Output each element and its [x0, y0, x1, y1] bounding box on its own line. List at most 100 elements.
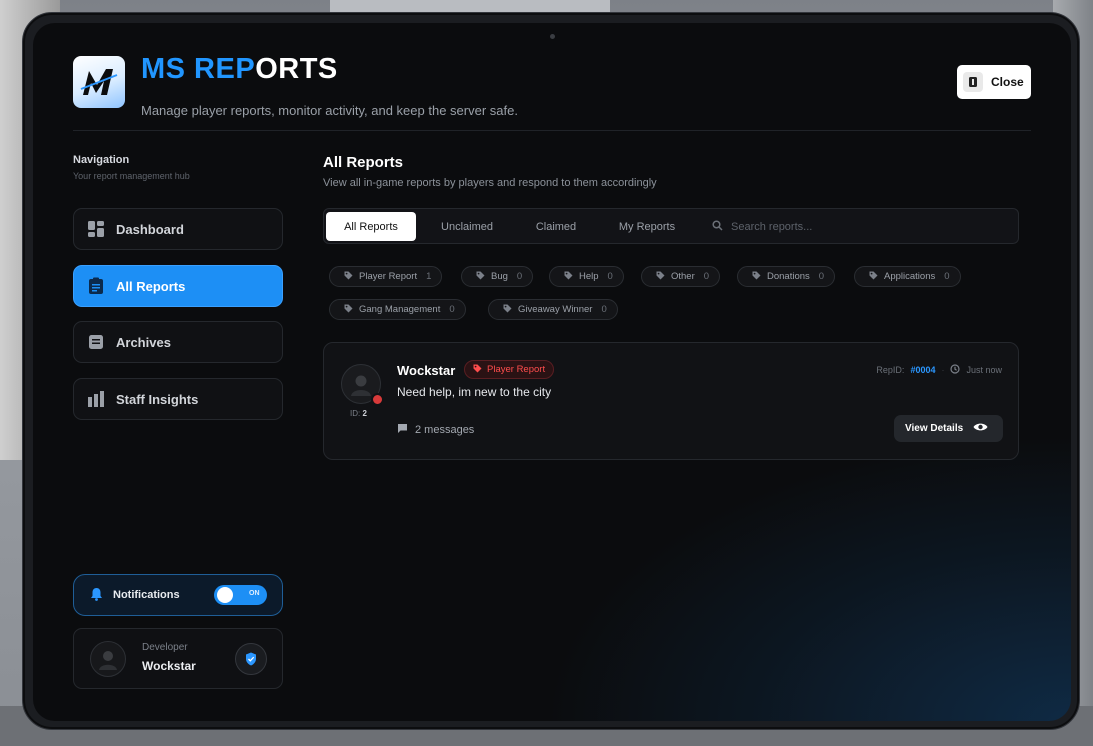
sidebar-item-label: Staff Insights: [116, 391, 199, 407]
player-id: ID: 2: [350, 409, 367, 418]
report-meta: RepID: #0004 · Just now: [876, 364, 1002, 376]
report-tabs: All Reports Unclaimed Claimed My Reports…: [323, 208, 1019, 244]
sidebar-item-label: Archives: [116, 334, 171, 350]
app-title: MS REPORTS: [141, 53, 338, 86]
view-details-button[interactable]: View Details: [894, 415, 1003, 442]
meta-separator: ·: [941, 365, 945, 375]
tag-icon: [344, 271, 353, 283]
chat-bubble-icon: [397, 423, 408, 437]
nav-title: Navigation: [73, 154, 130, 166]
category-chip-bug[interactable]: Bug 0: [461, 266, 534, 287]
chip-count: 0: [818, 271, 825, 282]
tag-icon: [564, 271, 573, 283]
chip-count: 1: [426, 271, 432, 282]
notifications-toggle[interactable]: ON: [214, 585, 267, 605]
chip-count: 0: [703, 271, 710, 282]
tab-unclaimed[interactable]: Unclaimed: [424, 212, 510, 241]
tag-icon: [473, 364, 482, 376]
chip-count: 0: [607, 271, 613, 282]
chip-label: Giveaway Winner: [518, 304, 593, 315]
tab-claimed[interactable]: Claimed: [516, 212, 596, 241]
sidebar-item-archives[interactable]: Archives: [73, 321, 283, 363]
app-title-accent: MS REP: [141, 53, 256, 85]
message-count-label: 2 messages: [415, 424, 475, 436]
message-count: 2 messages: [397, 423, 474, 437]
report-time: Just now: [966, 365, 1002, 375]
category-chip-gang-management[interactable]: Gang Management 0: [329, 299, 466, 320]
avatar: [90, 641, 126, 677]
sidebar-item-label: Dashboard: [116, 221, 184, 237]
chip-label: Help: [579, 271, 599, 282]
chip-count: 0: [944, 271, 950, 282]
profile-name: Wockstar: [142, 659, 196, 673]
chip-count: 0: [601, 304, 607, 315]
tab-my-reports[interactable]: My Reports: [604, 212, 690, 241]
report-category-label: Player Report: [487, 364, 546, 375]
player-id-value: 2: [362, 409, 367, 418]
search-placeholder: Search reports...: [731, 220, 813, 233]
notifications-panel: Notifications ON: [73, 574, 283, 616]
rep-id-value[interactable]: #0004: [910, 365, 935, 375]
page-title: All Reports: [323, 154, 404, 171]
nav-subtitle: Your report management hub: [73, 171, 190, 181]
close-label: Close: [991, 75, 1024, 89]
camera-dot: [550, 34, 555, 39]
bar-chart-icon: [86, 389, 106, 409]
shield-icon: [235, 643, 267, 675]
chip-label: Bug: [491, 271, 508, 282]
sidebar-item-staff-insights[interactable]: Staff Insights: [73, 378, 283, 420]
sidebar-item-dashboard[interactable]: Dashboard: [73, 208, 283, 250]
chip-label: Donations: [767, 271, 810, 282]
report-category-badge: Player Report: [464, 360, 555, 379]
tag-icon: [869, 271, 878, 283]
tag-icon: [476, 271, 485, 283]
search-input[interactable]: Search reports...: [712, 212, 812, 241]
chip-label: Other: [671, 271, 695, 282]
notifications-label: Notifications: [113, 589, 180, 601]
report-message: Need help, im new to the city: [397, 385, 552, 399]
category-chip-giveaway-winner[interactable]: Giveaway Winner 0: [488, 299, 618, 320]
chip-label: Player Report: [359, 271, 418, 282]
close-button[interactable]: Close: [957, 65, 1031, 99]
tag-icon: [656, 271, 665, 283]
category-chip-donations[interactable]: Donations 0: [737, 266, 836, 287]
category-chip-player-report[interactable]: Player Report 1: [329, 266, 443, 287]
player-name: Wockstar: [397, 363, 456, 378]
ms-logo-icon: [73, 56, 125, 108]
chip-label: Gang Management: [359, 304, 441, 315]
app-subtitle: Manage player reports, monitor activity,…: [141, 103, 518, 118]
profile-role: Developer: [142, 642, 188, 653]
status-dot: [371, 393, 384, 406]
bell-icon: [90, 587, 103, 604]
sidebar-item-label: All Reports: [116, 278, 186, 294]
archive-icon: [86, 332, 106, 352]
eye-icon: [973, 422, 988, 435]
tablet-frame: MS REPORTS Manage player reports, monito…: [22, 12, 1080, 730]
tag-icon: [344, 304, 353, 316]
clipboard-icon: [86, 276, 106, 296]
header-divider: [73, 130, 1031, 131]
tablet-screen: MS REPORTS Manage player reports, monito…: [33, 23, 1071, 721]
rep-id-label: RepID:: [876, 365, 905, 375]
toggle-knob: [217, 587, 233, 603]
user-profile-card: Developer Wockstar: [73, 628, 283, 689]
sidebar-item-all-reports[interactable]: All Reports: [73, 265, 283, 307]
dashboard-icon: [86, 219, 106, 239]
player-id-label: ID:: [350, 409, 361, 418]
clock-icon: [950, 364, 961, 376]
category-chip-other[interactable]: Other 0: [641, 266, 721, 287]
chip-count: 0: [449, 304, 455, 315]
door-icon: [963, 72, 983, 92]
toggle-label: ON: [249, 590, 260, 597]
tab-all-reports[interactable]: All Reports: [326, 212, 416, 241]
tag-icon: [503, 304, 512, 316]
chip-count: 0: [516, 271, 523, 282]
app-title-rest: ORTS: [255, 53, 338, 85]
view-details-label: View Details: [905, 423, 964, 434]
category-chip-help[interactable]: Help 0: [549, 266, 624, 287]
tag-icon: [752, 271, 761, 283]
search-icon: [712, 219, 723, 234]
report-card[interactable]: ID: 2 Wockstar Player Report Need help, …: [323, 342, 1019, 460]
category-chip-applications[interactable]: Applications 0: [854, 266, 961, 287]
page-subtitle: View all in-game reports by players and …: [323, 177, 657, 189]
